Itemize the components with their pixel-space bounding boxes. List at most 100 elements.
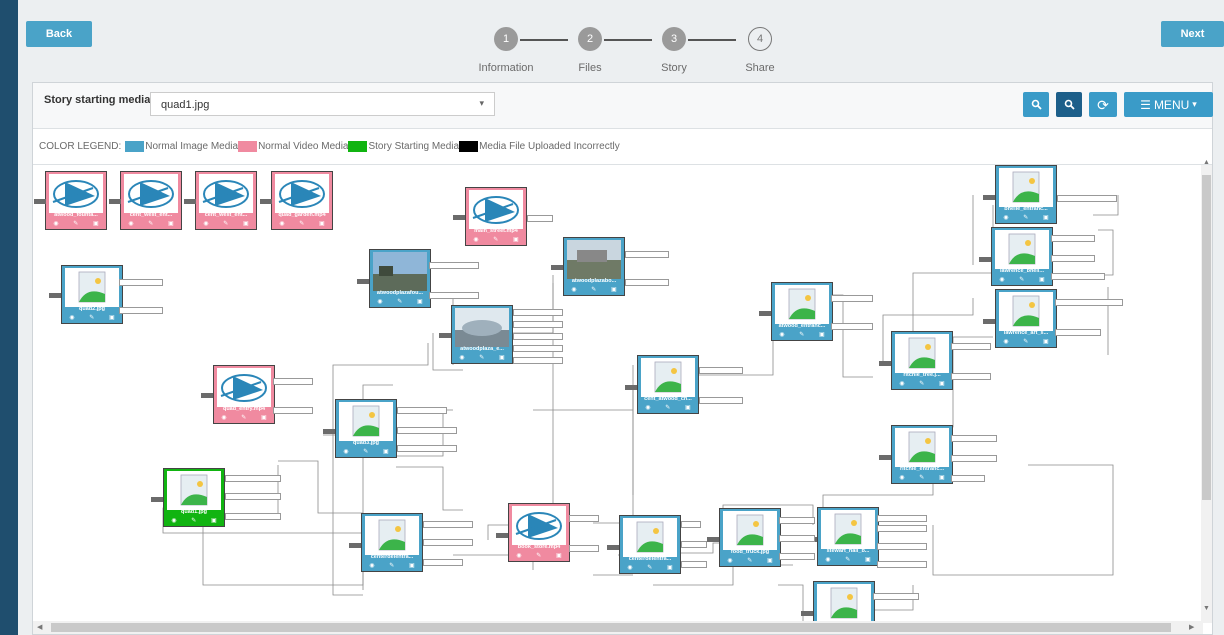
- view-icon[interactable]: ◉: [779, 331, 784, 339]
- media-node[interactable]: quad_entry.mp4 ◉ ✎ ▣: [213, 365, 275, 424]
- delete-icon[interactable]: ▣: [1039, 276, 1045, 284]
- edge-label[interactable]: [681, 521, 701, 528]
- input-port[interactable]: [34, 199, 46, 204]
- edit-icon[interactable]: ✎: [1019, 276, 1024, 284]
- edge-label[interactable]: [877, 525, 927, 532]
- menu-button[interactable]: ☰ MENU ▾: [1124, 92, 1213, 117]
- edge-label[interactable]: [1051, 235, 1095, 242]
- view-icon[interactable]: ◉: [899, 380, 904, 388]
- edit-icon[interactable]: ✎: [479, 354, 484, 362]
- step-story[interactable]: 3 Story: [634, 27, 714, 74]
- input-port[interactable]: [453, 215, 465, 220]
- media-node[interactable]: quad_garden.mp4 ◉ ✎ ▣: [271, 171, 333, 230]
- view-icon[interactable]: ◉: [377, 298, 382, 306]
- delete-icon[interactable]: ▣: [556, 552, 562, 560]
- edit-icon[interactable]: ✎: [493, 236, 498, 244]
- edit-icon[interactable]: ✎: [647, 564, 652, 572]
- delete-icon[interactable]: ▣: [667, 564, 673, 572]
- media-node[interactable]: book_store.mp4 ◉ ✎ ▣: [508, 503, 570, 562]
- input-port[interactable]: [151, 497, 163, 502]
- view-icon[interactable]: ◉: [279, 220, 284, 228]
- view-icon[interactable]: ◉: [69, 314, 74, 322]
- vertical-scrollbar[interactable]: ▲ ▼: [1201, 159, 1212, 623]
- edge-label[interactable]: [225, 475, 281, 482]
- view-icon[interactable]: ◉: [825, 556, 830, 564]
- delete-icon[interactable]: ▣: [513, 236, 519, 244]
- edit-icon[interactable]: ✎: [665, 404, 670, 412]
- delete-icon[interactable]: ▣: [685, 404, 691, 412]
- next-button[interactable]: Next: [1161, 21, 1224, 47]
- edge-label[interactable]: [119, 279, 163, 286]
- edge-label[interactable]: [1051, 255, 1095, 262]
- view-icon[interactable]: ◉: [899, 474, 904, 482]
- edge-label[interactable]: [779, 553, 815, 560]
- edge-label[interactable]: [225, 513, 281, 520]
- view-icon[interactable]: ◉: [203, 220, 208, 228]
- media-node[interactable]: main_street.mp4 ◉ ✎ ▣: [465, 187, 527, 246]
- edge-label[interactable]: [423, 559, 463, 566]
- media-node[interactable]: ritchie_entranc... ◉ ✎ ▣: [891, 425, 953, 484]
- edge-label[interactable]: [779, 535, 815, 542]
- media-node[interactable]: food_truck.jpg ◉ ✎ ▣: [719, 508, 781, 567]
- edge-label[interactable]: [625, 251, 669, 258]
- input-port[interactable]: [879, 361, 891, 366]
- media-node[interactable]: centerdelentra... ◉ ✎ ▣: [619, 515, 681, 574]
- media-node[interactable]: stewart_hall_b... ◉ ✎ ▣: [817, 507, 879, 566]
- edge-label[interactable]: [513, 333, 563, 340]
- step-information[interactable]: 1 Information: [466, 27, 546, 74]
- edge-label[interactable]: [951, 455, 997, 462]
- delete-icon[interactable]: ▣: [939, 380, 945, 388]
- media-node[interactable]: atwood_founta... ◉ ✎ ▣: [45, 171, 107, 230]
- view-icon[interactable]: ◉: [459, 354, 464, 362]
- media-node[interactable]: atwoodplazabo... ◉ ✎ ▣: [563, 237, 625, 296]
- edit-icon[interactable]: ✎: [389, 562, 394, 570]
- delete-icon[interactable]: ▣: [939, 474, 945, 482]
- input-port[interactable]: [983, 319, 995, 324]
- edge-label[interactable]: [1055, 299, 1123, 306]
- view-icon[interactable]: ◉: [571, 286, 576, 294]
- edge-label[interactable]: [951, 435, 997, 442]
- edge-label[interactable]: [569, 515, 599, 522]
- input-port[interactable]: [625, 385, 637, 390]
- view-icon[interactable]: ◉: [473, 236, 478, 244]
- view-icon[interactable]: ◉: [53, 220, 58, 228]
- media-node[interactable]: centerdelentra... ◉ ✎ ▣: [361, 513, 423, 572]
- edit-icon[interactable]: ✎: [241, 414, 246, 422]
- edge-label[interactable]: [1057, 195, 1117, 202]
- view-icon[interactable]: ◉: [1003, 338, 1008, 346]
- story-graph-canvas[interactable]: atwood_founta... ◉ ✎ ▣ cent_west_ent... ◉ ✎…: [33, 165, 1203, 623]
- delete-icon[interactable]: ▣: [767, 557, 773, 565]
- media-node[interactable]: cent_west_ent... ◉ ✎ ▣: [195, 171, 257, 230]
- scroll-up-icon[interactable]: ▲: [1203, 159, 1210, 166]
- edge-label[interactable]: [877, 515, 927, 522]
- delete-icon[interactable]: ▣: [243, 220, 249, 228]
- delete-icon[interactable]: ▣: [1043, 338, 1049, 346]
- view-icon[interactable]: ◉: [369, 562, 374, 570]
- media-node[interactable]: ritchie_tree.j... ◉ ✎ ▣: [891, 331, 953, 390]
- edge-label[interactable]: [397, 445, 457, 452]
- edge-label[interactable]: [513, 321, 563, 328]
- view-icon[interactable]: ◉: [221, 414, 226, 422]
- view-icon[interactable]: ◉: [645, 404, 650, 412]
- edge-label[interactable]: [951, 475, 985, 482]
- media-node[interactable]: quad3.jpg ◉ ✎ ▣: [335, 399, 397, 458]
- delete-icon[interactable]: ▣: [417, 298, 423, 306]
- edge-label[interactable]: [273, 378, 313, 385]
- input-port[interactable]: [496, 533, 508, 538]
- input-port[interactable]: [551, 265, 563, 270]
- edge-label[interactable]: [513, 345, 563, 352]
- edit-icon[interactable]: ✎: [845, 556, 850, 564]
- edge-label[interactable]: [877, 561, 927, 568]
- view-icon[interactable]: ◉: [171, 517, 176, 525]
- input-port[interactable]: [201, 393, 213, 398]
- view-icon[interactable]: ◉: [1003, 214, 1008, 222]
- delete-icon[interactable]: ▣: [499, 354, 505, 362]
- edge-label[interactable]: [877, 543, 927, 550]
- delete-icon[interactable]: ▣: [865, 556, 871, 564]
- input-port[interactable]: [707, 537, 719, 542]
- media-node[interactable]: quad2.jpg ◉ ✎ ▣: [61, 265, 123, 324]
- media-node[interactable]: cent_west_ent... ◉ ✎ ▣: [120, 171, 182, 230]
- refresh-button[interactable]: ⟳: [1089, 92, 1117, 117]
- edit-icon[interactable]: ✎: [799, 331, 804, 339]
- edit-icon[interactable]: ✎: [1023, 338, 1028, 346]
